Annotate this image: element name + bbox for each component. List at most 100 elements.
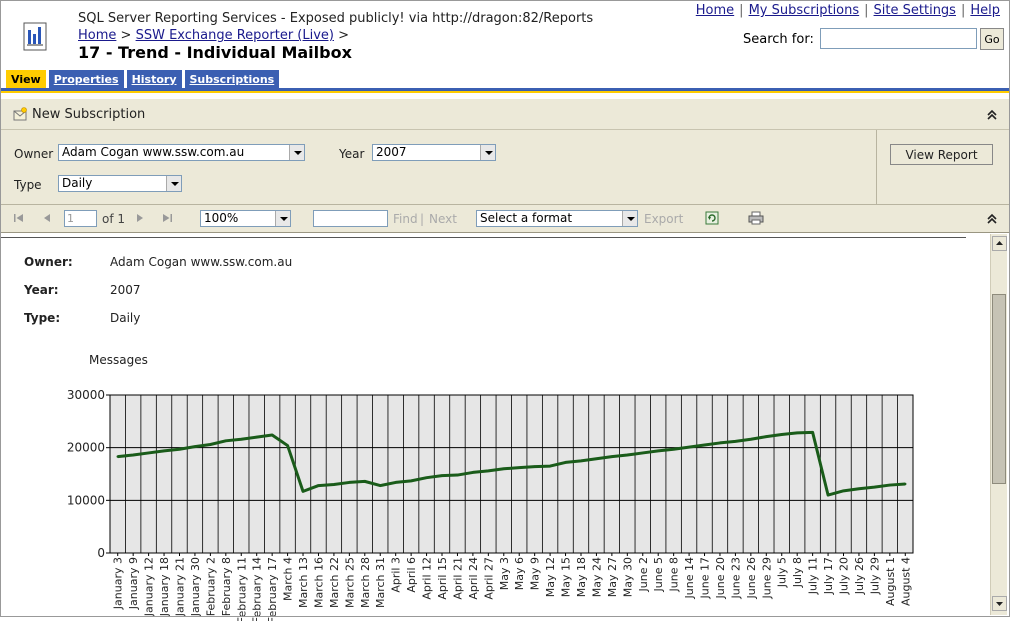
data-point bbox=[440, 474, 444, 477]
tab-view[interactable]: View bbox=[6, 70, 46, 88]
new-subscription-link[interactable]: New Subscription bbox=[32, 107, 145, 122]
data-point bbox=[147, 451, 150, 455]
export-format-select[interactable]: Select a format bbox=[476, 210, 638, 227]
last-page-icon[interactable] bbox=[161, 212, 173, 224]
dropdown-arrow-icon[interactable] bbox=[166, 176, 181, 191]
data-point bbox=[579, 459, 583, 463]
breadcrumb-home-link[interactable]: Home bbox=[78, 28, 116, 43]
export-format-value: Select a format bbox=[480, 211, 573, 225]
data-point bbox=[533, 465, 536, 468]
data-point bbox=[564, 461, 567, 464]
find-input[interactable] bbox=[313, 210, 388, 227]
search-input[interactable] bbox=[820, 28, 977, 49]
dropdown-arrow-icon[interactable] bbox=[622, 211, 637, 226]
refresh-icon[interactable] bbox=[705, 211, 719, 225]
data-point bbox=[795, 431, 799, 435]
data-point bbox=[162, 449, 166, 453]
data-point bbox=[595, 457, 598, 460]
page-number-input[interactable]: 1 bbox=[64, 210, 97, 227]
first-page-icon[interactable] bbox=[13, 212, 25, 224]
vertical-scrollbar[interactable] bbox=[990, 234, 1007, 615]
tab-properties[interactable]: Properties bbox=[48, 70, 124, 88]
home-link[interactable]: Home bbox=[696, 3, 734, 18]
x-tick-label: February 14 bbox=[251, 557, 264, 621]
view-report-button[interactable]: View Report bbox=[890, 144, 993, 165]
data-point bbox=[548, 464, 552, 468]
x-tick-label: March 28 bbox=[359, 557, 372, 608]
type-select[interactable]: Daily bbox=[58, 175, 182, 192]
data-point bbox=[270, 433, 274, 437]
data-point bbox=[857, 487, 861, 490]
my-subscriptions-link[interactable]: My Subscriptions bbox=[749, 3, 860, 18]
x-tick-label: April 27 bbox=[482, 557, 495, 600]
header: SQL Server Reporting Services - Exposed … bbox=[0, 0, 1014, 68]
toolbar-separator: | bbox=[420, 212, 425, 226]
print-icon[interactable] bbox=[748, 211, 764, 225]
dropdown-arrow-icon[interactable] bbox=[480, 145, 495, 160]
x-tick-label: January 12 bbox=[143, 557, 156, 617]
dropdown-arrow-icon[interactable] bbox=[275, 211, 290, 226]
x-tick-label: March 22 bbox=[328, 557, 341, 608]
data-point bbox=[734, 440, 737, 443]
report-body: Owner: Adam Cogan www.ssw.com.au Year: 2… bbox=[0, 234, 990, 621]
data-point bbox=[240, 438, 243, 441]
tab-strip: View Properties History Subscriptions bbox=[6, 70, 282, 88]
x-tick-label: June 23 bbox=[729, 557, 742, 599]
x-tick-label: April 3 bbox=[390, 557, 403, 593]
x-tick-label: April 21 bbox=[451, 557, 464, 600]
tab-history[interactable]: History bbox=[126, 70, 182, 88]
data-point bbox=[224, 439, 228, 443]
subscription-bar: New Subscription bbox=[0, 98, 1010, 130]
owner-select[interactable]: Adam Cogan www.ssw.com.au bbox=[58, 144, 305, 161]
x-tick-label: April 12 bbox=[421, 557, 434, 600]
data-point bbox=[718, 441, 722, 445]
help-link[interactable]: Help bbox=[970, 3, 1000, 18]
parameters-divider bbox=[876, 130, 877, 205]
collapse-toolbar-chevron-icon[interactable] bbox=[985, 212, 999, 226]
find-link[interactable]: Find bbox=[393, 212, 418, 226]
export-link[interactable]: Export bbox=[644, 212, 683, 226]
dropdown-arrow-icon[interactable] bbox=[289, 145, 304, 160]
data-point bbox=[394, 481, 397, 484]
page-title: 17 - Trend - Individual Mailbox bbox=[78, 43, 352, 62]
x-tick-label: July 5 bbox=[776, 557, 789, 588]
top-links: Home | My Subscriptions | Site Settings | Help bbox=[695, 3, 1000, 18]
x-tick-label: May 6 bbox=[513, 557, 526, 590]
x-tick-label: June 5 bbox=[652, 557, 665, 592]
scroll-down-button[interactable] bbox=[992, 596, 1007, 611]
go-button[interactable]: Go bbox=[980, 28, 1004, 50]
owner-select-value: Adam Cogan www.ssw.com.au bbox=[62, 145, 245, 159]
x-tick-label: March 16 bbox=[312, 557, 325, 608]
report-icon bbox=[23, 22, 47, 51]
year-select[interactable]: 2007 bbox=[372, 144, 496, 161]
data-point bbox=[178, 448, 181, 451]
data-point bbox=[332, 483, 336, 486]
data-point bbox=[116, 455, 119, 458]
x-tick-label: July 11 bbox=[807, 557, 820, 595]
breadcrumb-folder-link[interactable]: SSW Exchange Reporter (Live) bbox=[136, 28, 334, 43]
previous-page-icon[interactable] bbox=[41, 212, 53, 224]
data-point bbox=[301, 490, 305, 493]
data-point bbox=[749, 438, 753, 441]
data-point bbox=[409, 479, 413, 483]
chart-y-title: Messages bbox=[89, 353, 148, 367]
x-tick-label: March 13 bbox=[297, 557, 310, 608]
data-point bbox=[456, 473, 459, 477]
x-tick-label: January 21 bbox=[173, 557, 186, 617]
site-settings-link[interactable]: Site Settings bbox=[874, 3, 956, 18]
x-tick-label: July 29 bbox=[868, 557, 881, 595]
next-page-icon[interactable] bbox=[134, 212, 146, 224]
data-point bbox=[780, 433, 783, 436]
next-link[interactable]: Next bbox=[429, 212, 457, 226]
x-tick-label: August 4 bbox=[899, 557, 912, 606]
x-tick-label: March 25 bbox=[343, 557, 356, 608]
new-subscription-icon[interactable] bbox=[13, 107, 28, 121]
scroll-up-button[interactable] bbox=[992, 236, 1007, 251]
x-tick-label: July 17 bbox=[822, 557, 835, 595]
zoom-select-value: 100% bbox=[204, 211, 239, 225]
scroll-thumb[interactable] bbox=[992, 294, 1006, 484]
collapse-chevron-icon[interactable] bbox=[985, 108, 999, 122]
tab-subscriptions[interactable]: Subscriptions bbox=[184, 70, 280, 88]
zoom-select[interactable]: 100% bbox=[200, 210, 291, 227]
x-tick-label: May 24 bbox=[590, 557, 603, 597]
